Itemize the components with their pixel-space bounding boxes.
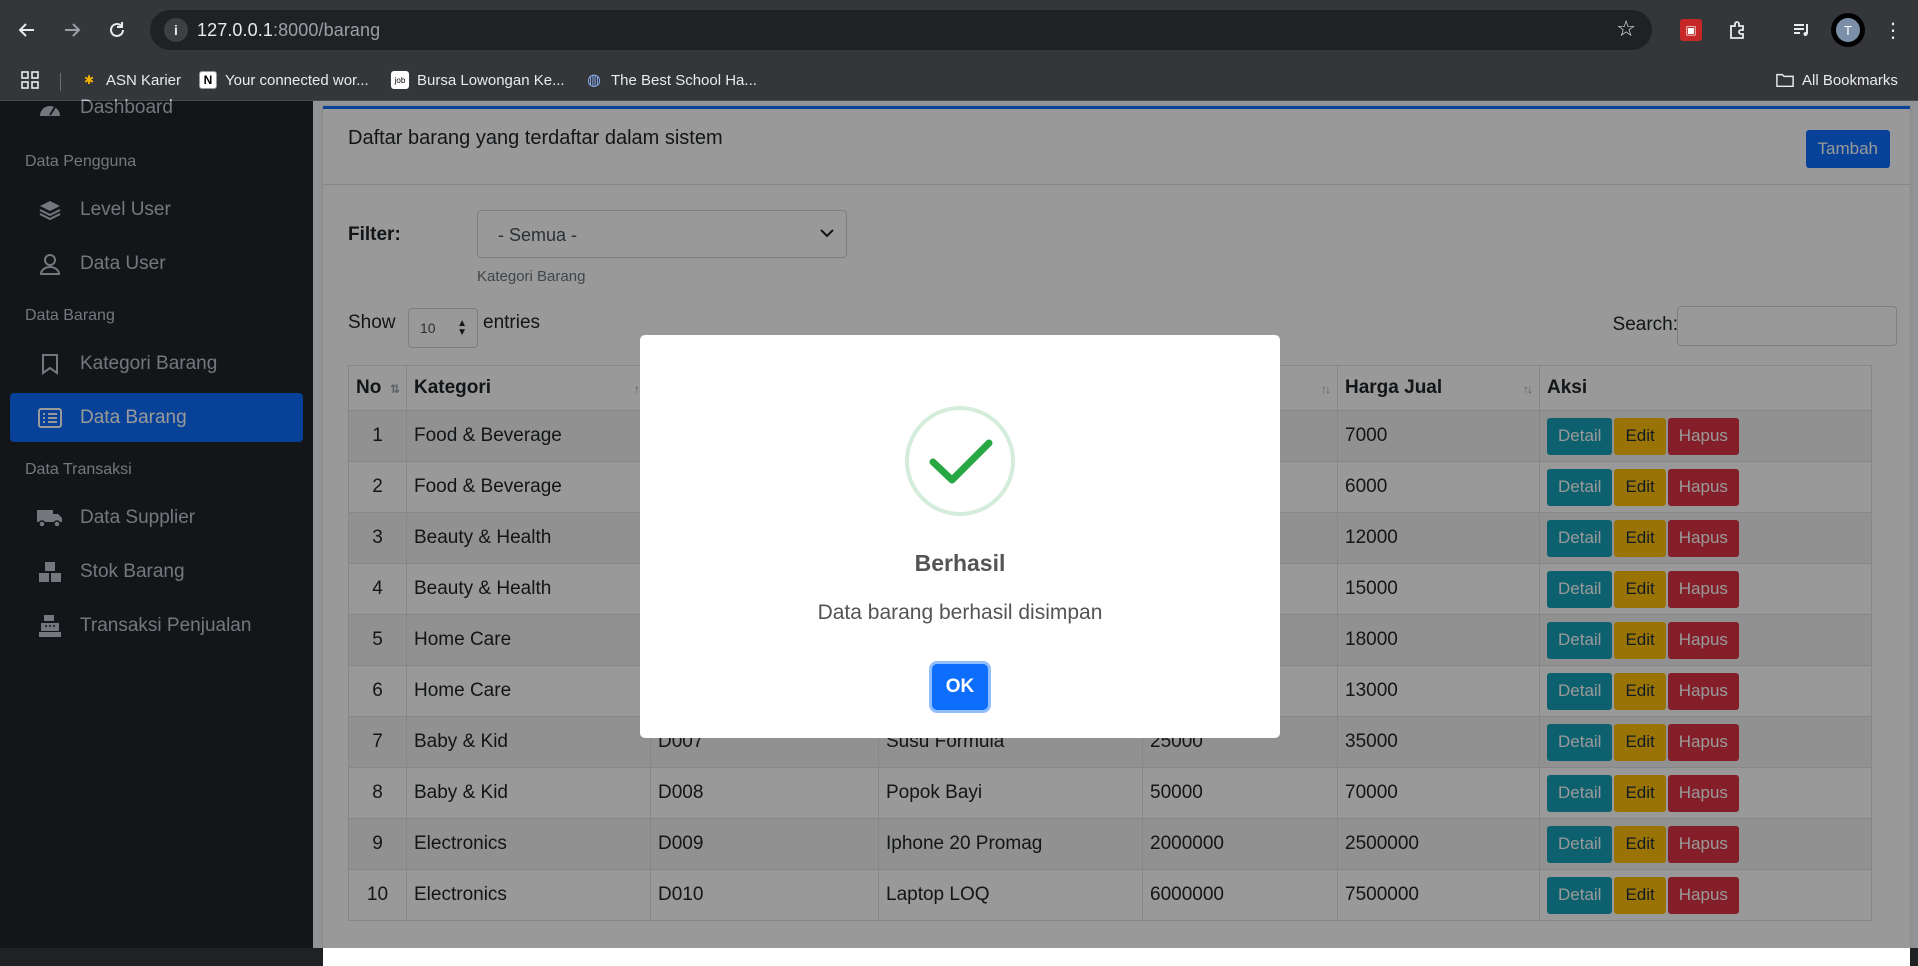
extension-shield-icon[interactable]: ▣ [1680,19,1702,41]
bookmark-label: ASN Karier [106,71,182,89]
bookmark-label: The Best School Ha... [611,71,757,89]
browser-chrome: i 127.0.0.1:8000/barang ☆ ▣ T ⋮ ✱ ASN Ka… [0,0,1918,101]
bookmark-asn-karier[interactable]: ✱ ASN Karier [80,69,181,91]
bookmark-bursa-lowongan[interactable]: job Bursa Lowongan Ke... [391,69,565,91]
browser-menu-icon[interactable]: ⋮ [1880,18,1906,42]
ok-button[interactable]: OK [932,664,988,710]
sidebar-backdrop [0,101,313,948]
address-bar[interactable]: i 127.0.0.1:8000/barang ☆ [150,10,1652,50]
success-dialog: Berhasil Data barang berhasil disimpan O… [640,335,1280,738]
bursa-lowongan-icon: job [391,71,409,89]
url-text: 127.0.0.1:8000/barang [197,20,381,40]
all-bookmarks[interactable]: All Bookmarks [1776,69,1898,91]
success-check-icon [905,406,1015,516]
forward-icon[interactable] [56,14,88,46]
bookmark-label: Your connected wor... [225,71,369,89]
all-bookmarks-label: All Bookmarks [1802,71,1898,89]
reload-icon[interactable] [101,14,133,46]
media-control-icon[interactable] [1789,18,1815,42]
bookmark-star-icon[interactable]: ☆ [1616,16,1636,42]
profile-avatar[interactable]: T [1831,13,1865,47]
site-info-icon[interactable]: i [164,18,188,42]
bookmark-label: Bursa Lowongan Ke... [417,71,565,89]
browser-toolbar: i 127.0.0.1:8000/barang ☆ ▣ T ⋮ [0,0,1918,59]
dialog-title: Berhasil [914,550,1006,576]
extensions-puzzle-icon[interactable] [1724,18,1750,42]
dialog-message: Data barang berhasil disimpan [817,601,1103,624]
globe-icon: ◍ [587,72,601,89]
notion-icon: N [199,71,217,89]
back-icon[interactable] [11,14,43,46]
bookmark-best-school[interactable]: ◍ The Best School Ha... [585,69,757,91]
apps-grid-icon[interactable] [20,69,40,91]
folder-icon [1776,71,1794,89]
asn-karier-icon: ✱ [83,73,95,87]
bookmark-notion[interactable]: N Your connected wor... [199,69,369,91]
